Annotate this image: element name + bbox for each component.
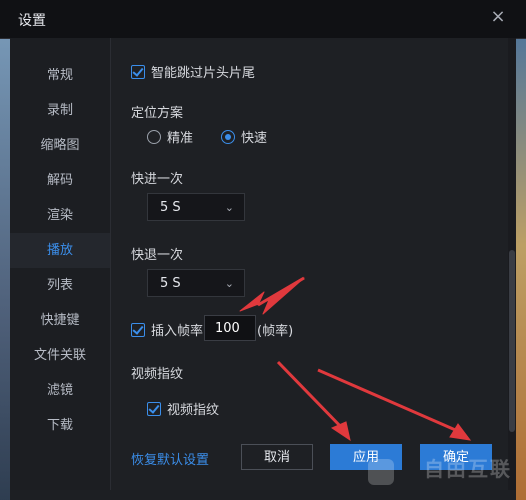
sidebar-item-list[interactable]: 列表 [10,268,110,303]
radio-fast-label: 快速 [241,131,268,146]
backward-title: 快退一次 [131,248,184,263]
watermark-logo-icon [368,459,394,485]
sidebar-item-shortcuts[interactable]: 快捷键 [10,303,110,338]
reset-defaults-link[interactable]: 恢复默认设置 [131,449,209,468]
radio-fast[interactable] [221,130,235,144]
smart-skip-checkbox[interactable] [131,65,145,79]
sidebar-item-filters[interactable]: 滤镜 [10,373,110,408]
frame-interp-checkbox[interactable] [131,323,145,337]
chevron-down-icon: ⌄ [224,277,234,290]
settings-sidebar: 常规 录制 缩略图 解码 渲染 播放 列表 快捷键 文件关联 滤镜 下载 [10,38,111,490]
radio-precise-row[interactable]: 精准 [147,127,193,146]
settings-content: 智能跳过片头片尾 定位方案 精准 快速 快进一次 5 S ⌄ 快退一次 5 S … [111,38,516,490]
forward-step-select[interactable]: 5 S ⌄ [147,193,245,221]
frame-rate-input[interactable]: 100 [204,315,256,341]
sidebar-item-decode[interactable]: 解码 [10,163,110,198]
sidebar-item-download[interactable]: 下载 [10,408,110,443]
sidebar-item-thumbnail[interactable]: 缩略图 [10,128,110,163]
positioning-title: 定位方案 [131,106,184,121]
watermark-text: 自由互联 [424,457,512,481]
cancel-button[interactable]: 取消 [241,444,313,470]
frame-interp-row[interactable]: 插入帧率 [131,320,203,339]
forward-step-value: 5 S [160,200,181,215]
smart-skip-label: 智能跳过片头片尾 [151,66,256,81]
fingerprint-title: 视频指纹 [131,367,184,382]
sidebar-item-record[interactable]: 录制 [10,93,110,128]
radio-precise[interactable] [147,130,161,144]
scrollbar-thumb[interactable] [509,250,515,432]
radio-precise-label: 精准 [167,131,194,146]
forward-title: 快进一次 [131,172,184,187]
frame-rate-unit: (帧率) [257,324,294,339]
settings-dialog: 设置 × 常规 录制 缩略图 解码 渲染 播放 列表 快捷键 文件关联 滤镜 下… [0,0,526,500]
backward-step-select[interactable]: 5 S ⌄ [147,269,245,297]
fingerprint-row[interactable]: 视频指纹 [147,399,219,418]
sidebar-item-render[interactable]: 渲染 [10,198,110,233]
smart-skip-row[interactable]: 智能跳过片头片尾 [131,62,255,81]
chevron-down-icon: ⌄ [224,201,234,214]
sidebar-item-playback[interactable]: 播放 [10,233,110,268]
sidebar-item-general[interactable]: 常规 [10,58,110,93]
frame-interp-label: 插入帧率 [151,324,204,339]
radio-fast-row[interactable]: 快速 [221,127,267,146]
backward-step-value: 5 S [160,276,181,291]
sidebar-item-file-association[interactable]: 文件关联 [10,338,110,373]
dialog-title: 设置 [18,13,46,29]
fingerprint-checkbox[interactable] [147,402,161,416]
close-icon[interactable]: × [488,7,508,27]
fingerprint-label: 视频指纹 [167,403,220,418]
title-bar: 设置 × [0,0,526,39]
